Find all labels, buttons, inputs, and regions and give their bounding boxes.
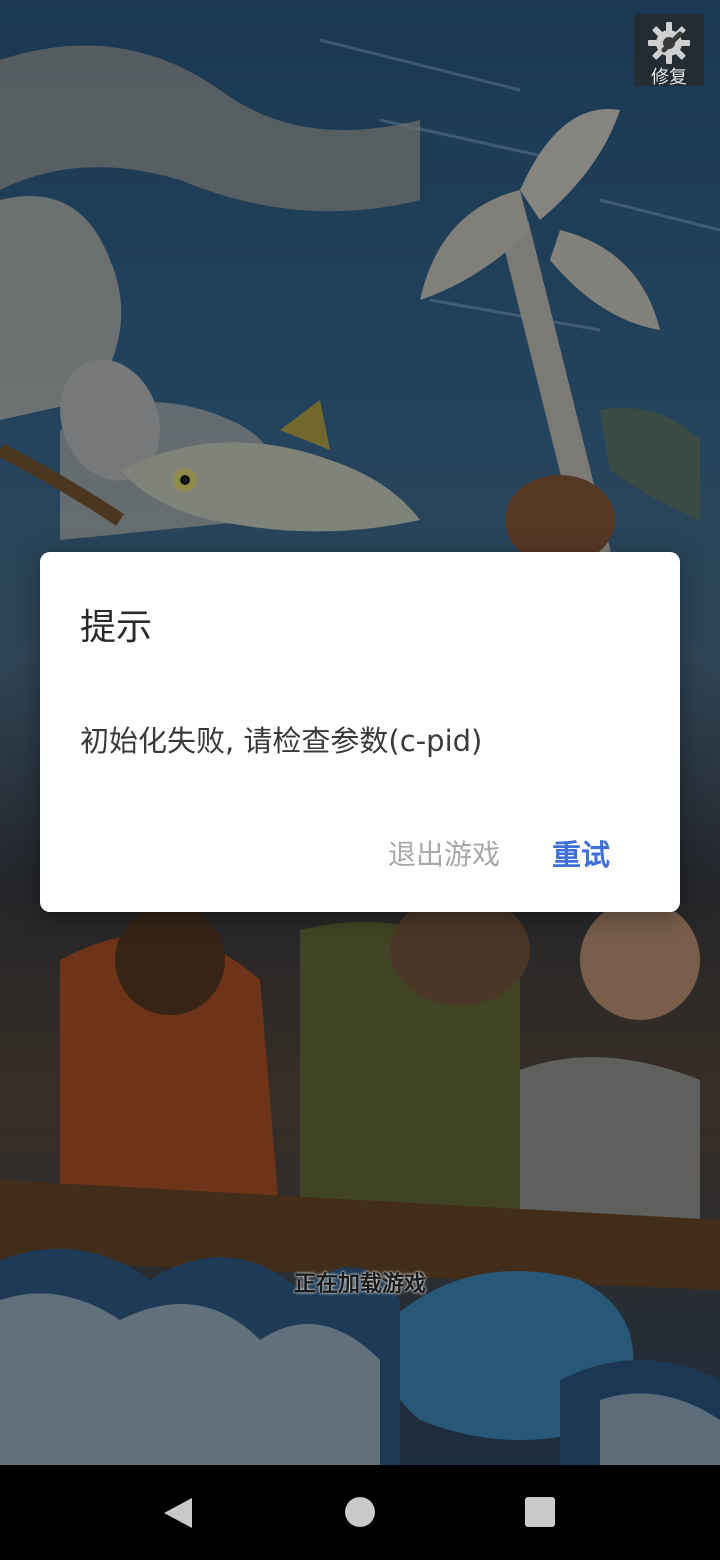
repair-button[interactable]: 修复 (634, 14, 704, 88)
back-triangle-icon[interactable] (162, 1496, 194, 1534)
repair-button-label: 修复 (651, 67, 687, 88)
retry-button[interactable]: 重试 (552, 832, 610, 874)
system-navigation-bar (0, 1465, 720, 1560)
dialog-title: 提示 (80, 607, 153, 648)
dialog-message: 初始化失败, 请检查参数(c-pid) (80, 724, 483, 758)
exit-game-button[interactable]: 退出游戏 (388, 833, 500, 873)
home-circle-icon[interactable] (345, 1497, 375, 1527)
recent-square-icon[interactable] (525, 1497, 555, 1527)
loading-status-text: 正在加载游戏 (293, 1272, 426, 1297)
dialog-actions: 退出游戏 重试 (388, 832, 610, 874)
alert-dialog: 提示 初始化失败, 请检查参数(c-pid) 退出游戏 重试 (40, 552, 680, 912)
gear-wrench-icon (646, 20, 692, 70)
